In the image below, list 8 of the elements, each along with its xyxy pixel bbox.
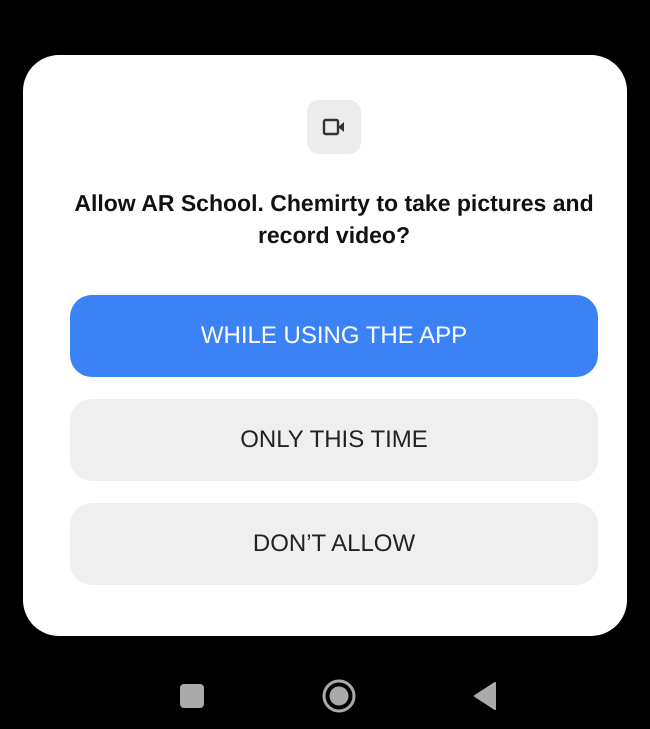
permission-button[interactable]: DON’T ALLOW: [70, 503, 598, 585]
video-camera-icon: [307, 100, 361, 154]
back-icon[interactable]: [473, 682, 497, 710]
recents-icon[interactable]: [180, 684, 204, 708]
permission-button[interactable]: ONLY THIS TIME: [70, 399, 598, 481]
dialog-title: Allow AR School. Chemirty to take pictures and record video?: [74, 189, 594, 250]
home-icon[interactable]: [322, 678, 356, 712]
permission-button[interactable]: WHILE USING THE APP: [70, 295, 598, 377]
